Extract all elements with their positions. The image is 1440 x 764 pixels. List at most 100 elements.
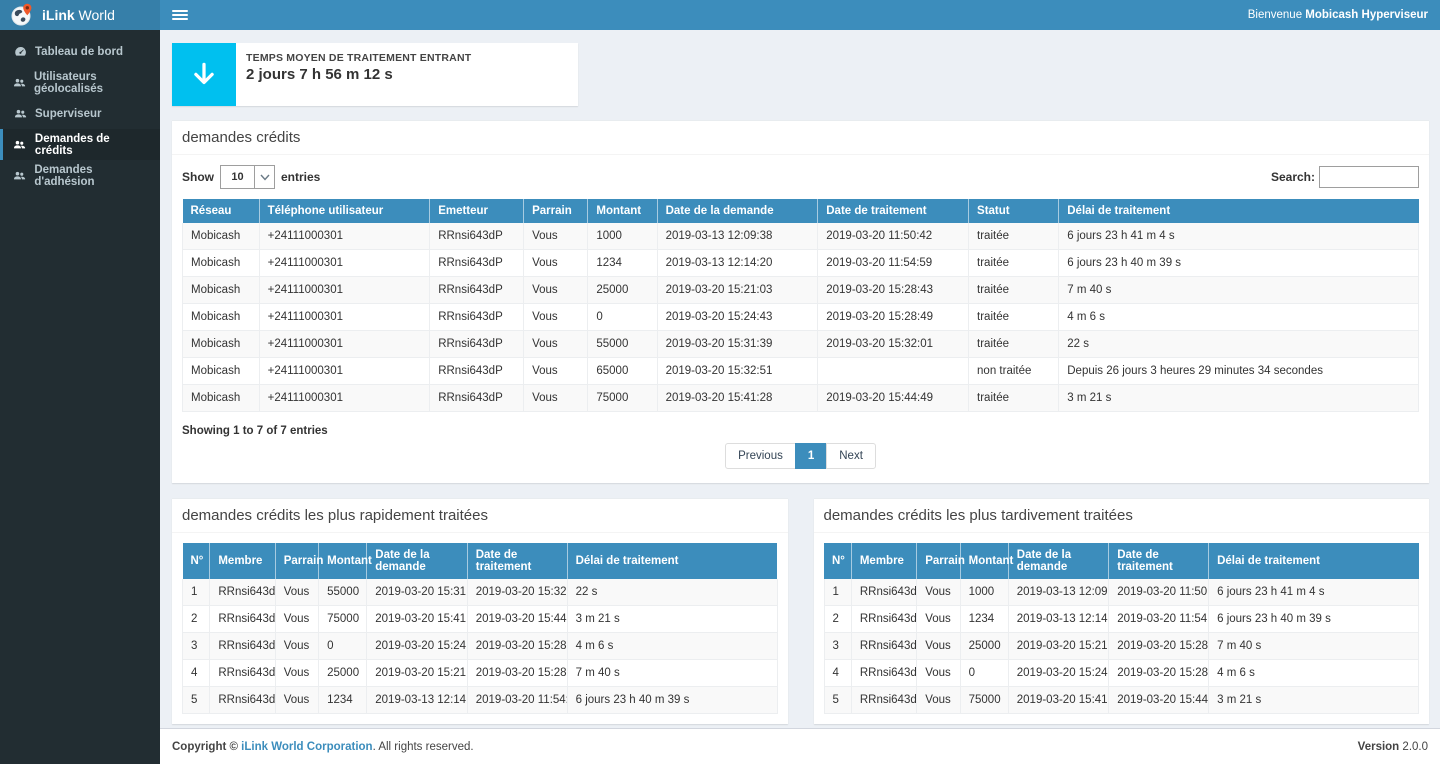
dashboard-icon [13,45,27,58]
column-header[interactable]: Membre [851,543,916,579]
table-cell: 2019-03-20 15:24:43 [367,633,467,660]
pagination: Previous 1 Next [182,443,1419,469]
pagination-page-1-button[interactable]: 1 [795,443,827,469]
sidebar-item-superviseur[interactable]: Superviseur [0,98,160,129]
table-cell: RRnsi643dP [430,304,524,331]
table-row: 1RRnsi643dPVous10002019-03-13 12:09:3820… [824,579,1419,606]
search-control: Search: [1271,166,1419,188]
table-row: Mobicash+24111000301RRnsi643dPVous250002… [183,277,1419,304]
version-label: Version [1358,741,1400,753]
column-header[interactable]: Date de la demande [657,199,818,223]
table-cell: 5 [183,687,210,714]
copyright-text: Copyright © iLink World Corporation. All… [172,741,474,753]
column-header[interactable]: Montant [588,199,657,223]
table-cell: 7 m 40 s [1059,277,1419,304]
column-header[interactable]: Délai de traitement [1209,543,1419,579]
page-length-select[interactable]: 10 [220,165,275,189]
sidebar-item-label: Tableau de bord [35,46,123,58]
table-cell: 1234 [588,250,657,277]
search-input[interactable] [1319,166,1419,188]
table-cell: 2019-03-20 15:21:03 [1008,633,1108,660]
table-cell: traitée [969,304,1059,331]
arrow-down-icon [172,43,236,106]
fastest-credits-panel: demandes crédits les plus rapidement tra… [172,498,788,724]
table-cell: 7 m 40 s [1209,633,1419,660]
table-cell: 22 s [1059,331,1419,358]
column-header[interactable]: Date de la demande [367,543,467,579]
table-cell: 2019-03-13 12:14:20 [1008,606,1108,633]
pagination-previous-button[interactable]: Previous [725,443,796,469]
column-header[interactable]: Emetteur [430,199,524,223]
hamburger-icon[interactable] [172,6,188,24]
table-cell: 2019-03-20 11:54:59 [467,687,567,714]
table-cell: 3 m 21 s [567,606,777,633]
show-label: Show [182,170,214,184]
table-cell: 2 [183,606,210,633]
column-header[interactable]: Délai de traitement [1059,199,1419,223]
table-cell: 4 m 6 s [1209,660,1419,687]
table-cell: Vous [524,331,588,358]
credits-table-head: RéseauTéléphone utilisateurEmetteurParra… [183,199,1419,223]
table-cell: RRnsi643dP [210,660,275,687]
column-header[interactable]: Date de traitement [1109,543,1209,579]
column-header[interactable]: Date de la demande [1008,543,1108,579]
column-header[interactable]: Date de traitement [467,543,567,579]
table-cell: 25000 [588,277,657,304]
column-header[interactable]: N° [183,543,210,579]
table-cell: 0 [319,633,367,660]
table-cell: 2019-03-20 11:54:59 [818,250,969,277]
fastest-credits-table-head: N°MembreParrainMontantDate de la demande… [183,543,778,579]
table-cell: 1000 [960,579,1008,606]
column-header[interactable]: Parrain [917,543,960,579]
page-footer: Copyright © iLink World Corporation. All… [160,728,1440,764]
table-cell: Mobicash [183,250,260,277]
sidebar-item-utilisateurs-geolocalises[interactable]: Utilisateurs géolocalisés [0,67,160,98]
column-header[interactable]: Montant [960,543,1008,579]
table-cell: 4 [824,660,851,687]
table-cell: Vous [917,579,960,606]
sidebar-item-demandes-adhesion[interactable]: Demandes d'adhésion [0,160,160,191]
slowest-credits-panel-body: N°MembreParrainMontantDate de la demande… [814,533,1430,724]
app-logo[interactable]: iLink World [0,0,160,30]
column-header[interactable]: Membre [210,543,275,579]
column-header[interactable]: Montant [319,543,367,579]
table-cell: 2019-03-20 15:31:39 [657,331,818,358]
table-cell: RRnsi643dP [210,579,275,606]
info-box-content: TEMPS MOYEN DE TRAITEMENT ENTRANT 2 jour… [236,43,481,106]
table-cell: 2019-03-20 15:28:43 [467,660,567,687]
table-cell: Vous [917,606,960,633]
table-cell: traitée [969,277,1059,304]
table-cell: Vous [275,606,318,633]
column-header[interactable]: Délai de traitement [567,543,777,579]
column-header[interactable]: Parrain [275,543,318,579]
table-cell: Vous [275,660,318,687]
table-row: 4RRnsi643dPVous250002019-03-20 15:21:032… [183,660,778,687]
table-cell: 75000 [960,687,1008,714]
table-cell: traitée [969,250,1059,277]
table-cell: 2019-03-20 15:32:01 [818,331,969,358]
pagination-next-button[interactable]: Next [826,443,876,469]
table-cell: 2019-03-20 15:28:49 [1109,660,1209,687]
column-header[interactable]: Parrain [524,199,588,223]
table-cell: 4 m 6 s [567,633,777,660]
table-cell: 6 jours 23 h 40 m 39 s [1209,606,1419,633]
table-cell: 3 [183,633,210,660]
column-header[interactable]: Date de traitement [818,199,969,223]
table-row: Mobicash+24111000301RRnsi643dPVous550002… [183,331,1419,358]
column-header[interactable]: N° [824,543,851,579]
page-length-value: 10 [221,166,254,188]
sidebar-item-tableau-de-bord[interactable]: Tableau de bord [0,36,160,67]
company-link[interactable]: iLink World Corporation [241,741,372,753]
sidebar-item-demandes-de-credits[interactable]: Demandes de crédits [0,129,160,160]
table-cell: 4 [183,660,210,687]
slowest-credits-table-body: 1RRnsi643dPVous10002019-03-13 12:09:3820… [824,579,1419,714]
column-header[interactable]: Statut [969,199,1059,223]
table-row: 2RRnsi643dPVous12342019-03-13 12:14:2020… [824,606,1419,633]
chevron-down-icon [254,166,274,188]
sidebar-item-label: Demandes d'adhésion [34,164,150,188]
column-header[interactable]: Téléphone utilisateur [259,199,430,223]
table-cell: +24111000301 [259,304,430,331]
table-cell: 6 jours 23 h 40 m 39 s [567,687,777,714]
table-cell: 2019-03-20 15:32:01 [467,579,567,606]
column-header[interactable]: Réseau [183,199,260,223]
